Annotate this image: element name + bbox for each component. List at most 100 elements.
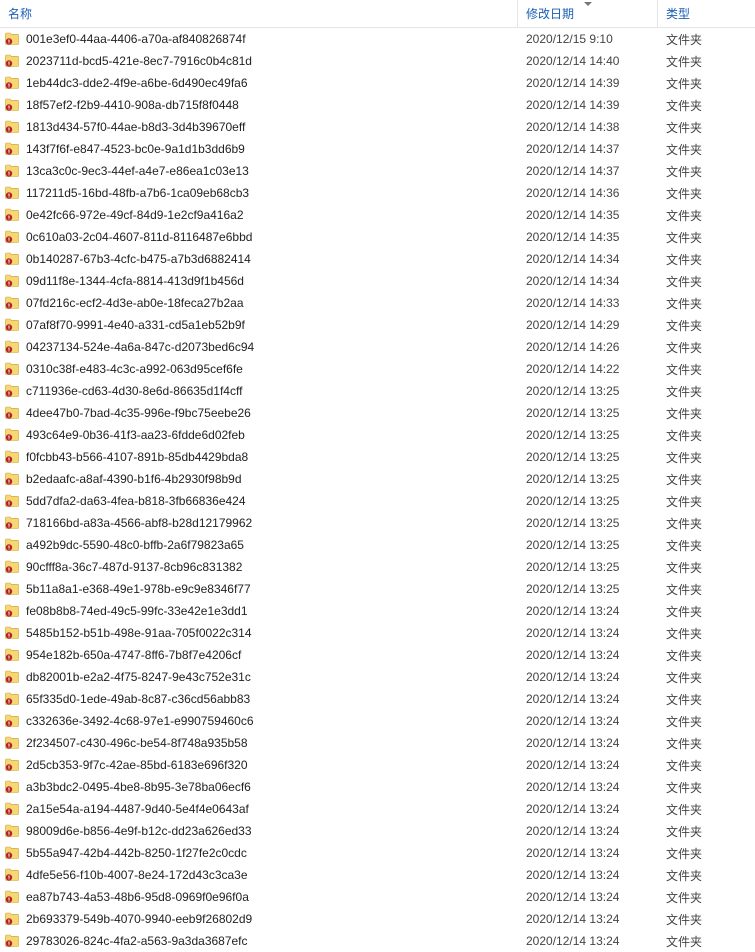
folder-warning-icon bbox=[4, 185, 20, 201]
table-row[interactable]: b2edaafc-a8af-4390-b1f6-4b2930f98b9d2020… bbox=[0, 468, 755, 490]
cell-date: 2020/12/14 14:39 bbox=[518, 98, 658, 112]
file-name-label: 90cfff8a-36c7-487d-9137-8cb96c831382 bbox=[26, 560, 242, 574]
table-row[interactable]: 04237134-524e-4a6a-847c-d2073bed6c942020… bbox=[0, 336, 755, 358]
cell-date: 2020/12/14 13:24 bbox=[518, 670, 658, 684]
file-name-label: f0fcbb43-b566-4107-891b-85db4429bda8 bbox=[26, 450, 248, 464]
table-row[interactable]: 65f335d0-1ede-49ab-8c87-c36cd56abb832020… bbox=[0, 688, 755, 710]
cell-name: 493c64e9-0b36-41f3-aa23-6fdde6d02feb bbox=[4, 427, 518, 443]
cell-name: f0fcbb43-b566-4107-891b-85db4429bda8 bbox=[4, 449, 518, 465]
folder-warning-icon bbox=[4, 339, 20, 355]
folder-warning-icon bbox=[4, 405, 20, 421]
table-row[interactable]: f0fcbb43-b566-4107-891b-85db4429bda82020… bbox=[0, 446, 755, 468]
table-row[interactable]: c332636e-3492-4c68-97e1-e990759460c62020… bbox=[0, 710, 755, 732]
folder-warning-icon bbox=[4, 427, 20, 443]
cell-type: 文件夹 bbox=[658, 757, 755, 774]
cell-date: 2020/12/14 14:34 bbox=[518, 274, 658, 288]
table-row[interactable]: fe08b8b8-74ed-49c5-99fc-33e42e1e3dd12020… bbox=[0, 600, 755, 622]
table-row[interactable]: 1eb44dc3-dde2-4f9e-a6be-6d490ec49fa62020… bbox=[0, 72, 755, 94]
table-row[interactable]: 18f57ef2-f2b9-4410-908a-db715f8f04482020… bbox=[0, 94, 755, 116]
cell-date: 2020/12/14 14:33 bbox=[518, 296, 658, 310]
file-name-label: 2b693379-549b-4070-9940-eeb9f26802d9 bbox=[26, 912, 252, 926]
cell-type: 文件夹 bbox=[658, 207, 755, 224]
table-row[interactable]: 954e182b-650a-4747-8ff6-7b8f7e4206cf2020… bbox=[0, 644, 755, 666]
table-row[interactable]: 1813d434-57f0-44ae-b8d3-3d4b39670eff2020… bbox=[0, 116, 755, 138]
column-header-date[interactable]: 修改日期 bbox=[518, 0, 658, 27]
cell-type: 文件夹 bbox=[658, 339, 755, 356]
folder-warning-icon bbox=[4, 823, 20, 839]
file-name-label: 65f335d0-1ede-49ab-8c87-c36cd56abb83 bbox=[26, 692, 250, 706]
table-row[interactable]: 0b140287-67b3-4cfc-b475-a7b3d68824142020… bbox=[0, 248, 755, 270]
cell-type: 文件夹 bbox=[658, 603, 755, 620]
cell-name: 143f7f6f-e847-4523-bc0e-9a1d1b3dd6b9 bbox=[4, 141, 518, 157]
cell-date: 2020/12/14 13:24 bbox=[518, 890, 658, 904]
table-row[interactable]: 5b55a947-42b4-442b-8250-1f27fe2c0cdc2020… bbox=[0, 842, 755, 864]
table-row[interactable]: 2023711d-bcd5-421e-8ec7-7916c0b4c81d2020… bbox=[0, 50, 755, 72]
table-row[interactable]: 07fd216c-ecf2-4d3e-ab0e-18feca27b2aa2020… bbox=[0, 292, 755, 314]
table-row[interactable]: 2a15e54a-a194-4487-9d40-5e4f4e0643af2020… bbox=[0, 798, 755, 820]
cell-name: 5b11a8a1-e368-49e1-978b-e9c9e8346f77 bbox=[4, 581, 518, 597]
cell-date: 2020/12/14 14:40 bbox=[518, 54, 658, 68]
table-row[interactable]: 98009d6e-b856-4e9f-b12c-dd23a626ed332020… bbox=[0, 820, 755, 842]
table-row[interactable]: 001e3ef0-44aa-4406-a70a-af840826874f2020… bbox=[0, 28, 755, 50]
cell-name: 5b55a947-42b4-442b-8250-1f27fe2c0cdc bbox=[4, 845, 518, 861]
file-name-label: 0e42fc66-972e-49cf-84d9-1e2cf9a416a2 bbox=[26, 208, 244, 222]
table-row[interactable]: a492b9dc-5590-48c0-bffb-2a6f79823a652020… bbox=[0, 534, 755, 556]
cell-type: 文件夹 bbox=[658, 427, 755, 444]
column-header-date-label: 修改日期 bbox=[526, 5, 574, 22]
table-row[interactable]: db82001b-e2a2-4f75-8247-9e43c752e31c2020… bbox=[0, 666, 755, 688]
table-row[interactable]: 4dfe5e56-f10b-4007-8e24-172d43c3ca3e2020… bbox=[0, 864, 755, 886]
table-row[interactable]: 5dd7dfa2-da63-4fea-b818-3fb66836e4242020… bbox=[0, 490, 755, 512]
table-row[interactable]: 0310c38f-e483-4c3c-a992-063d95cef6fe2020… bbox=[0, 358, 755, 380]
cell-date: 2020/12/14 13:24 bbox=[518, 912, 658, 926]
table-row[interactable]: 718166bd-a83a-4566-abf8-b28d121799622020… bbox=[0, 512, 755, 534]
folder-warning-icon bbox=[4, 119, 20, 135]
cell-date: 2020/12/14 13:24 bbox=[518, 868, 658, 882]
cell-date: 2020/12/14 13:24 bbox=[518, 934, 658, 948]
cell-type: 文件夹 bbox=[658, 251, 755, 268]
table-row[interactable]: 07af8f70-9991-4e40-a331-cd5a1eb52b9f2020… bbox=[0, 314, 755, 336]
cell-date: 2020/12/14 13:24 bbox=[518, 604, 658, 618]
cell-name: 1813d434-57f0-44ae-b8d3-3d4b39670eff bbox=[4, 119, 518, 135]
table-row[interactable]: 90cfff8a-36c7-487d-9137-8cb96c831382 2020… bbox=[0, 556, 755, 578]
table-row[interactable]: 493c64e9-0b36-41f3-aa23-6fdde6d02feb2020… bbox=[0, 424, 755, 446]
cell-date: 2020/12/14 14:35 bbox=[518, 230, 658, 244]
table-row[interactable]: a3b3bdc2-0495-4be8-8b95-3e78ba06ecf62020… bbox=[0, 776, 755, 798]
column-header-type[interactable]: 类型 bbox=[658, 0, 755, 27]
folder-warning-icon bbox=[4, 31, 20, 47]
table-row[interactable]: 2f234507-c430-496c-be54-8f748a935b582020… bbox=[0, 732, 755, 754]
cell-type: 文件夹 bbox=[658, 119, 755, 136]
sort-descending-icon bbox=[584, 2, 592, 6]
cell-name: 0c610a03-2c04-4607-811d-8116487e6bbd bbox=[4, 229, 518, 245]
cell-date: 2020/12/14 13:25 bbox=[518, 472, 658, 486]
cell-date: 2020/12/14 13:25 bbox=[518, 560, 658, 574]
cell-date: 2020/12/14 13:25 bbox=[518, 494, 658, 508]
cell-name: a3b3bdc2-0495-4be8-8b95-3e78ba06ecf6 bbox=[4, 779, 518, 795]
table-row[interactable]: 0e42fc66-972e-49cf-84d9-1e2cf9a416a22020… bbox=[0, 204, 755, 226]
cell-name: 954e182b-650a-4747-8ff6-7b8f7e4206cf bbox=[4, 647, 518, 663]
folder-warning-icon bbox=[4, 669, 20, 685]
folder-warning-icon bbox=[4, 251, 20, 267]
table-row[interactable]: c711936e-cd63-4d30-8e6d-86635d1f4cff2020… bbox=[0, 380, 755, 402]
cell-date: 2020/12/14 13:24 bbox=[518, 824, 658, 838]
file-name-label: 5485b152-b51b-498e-91aa-705f0022c314 bbox=[26, 626, 252, 640]
table-row[interactable]: 29783026-824c-4fa2-a563-9a3da3687efc2020… bbox=[0, 930, 755, 952]
table-row[interactable]: 5485b152-b51b-498e-91aa-705f0022c3142020… bbox=[0, 622, 755, 644]
table-row[interactable]: 2d5cb353-9f7c-42ae-85bd-6183e696f3202020… bbox=[0, 754, 755, 776]
cell-name: ea87b743-4a53-48b6-95d8-0969f0e96f0a bbox=[4, 889, 518, 905]
cell-date: 2020/12/14 14:34 bbox=[518, 252, 658, 266]
table-row[interactable]: 5b11a8a1-e368-49e1-978b-e9c9e8346f772020… bbox=[0, 578, 755, 600]
cell-name: 0e42fc66-972e-49cf-84d9-1e2cf9a416a2 bbox=[4, 207, 518, 223]
file-name-label: 143f7f6f-e847-4523-bc0e-9a1d1b3dd6b9 bbox=[26, 142, 245, 156]
cell-date: 2020/12/14 13:24 bbox=[518, 780, 658, 794]
table-row[interactable]: ea87b743-4a53-48b6-95d8-0969f0e96f0a2020… bbox=[0, 886, 755, 908]
cell-name: 90cfff8a-36c7-487d-9137-8cb96c831382 bbox=[4, 559, 518, 575]
cell-type: 文件夹 bbox=[658, 31, 755, 48]
table-row[interactable]: 0c610a03-2c04-4607-811d-8116487e6bbd2020… bbox=[0, 226, 755, 248]
table-row[interactable]: 09d11f8e-1344-4cfa-8814-413d9f1b456d2020… bbox=[0, 270, 755, 292]
table-row[interactable]: 143f7f6f-e847-4523-bc0e-9a1d1b3dd6b92020… bbox=[0, 138, 755, 160]
table-row[interactable]: 2b693379-549b-4070-9940-eeb9f26802d9 2020… bbox=[0, 908, 755, 930]
table-row[interactable]: 4dee47b0-7bad-4c35-996e-f9bc75eebe262020… bbox=[0, 402, 755, 424]
table-row[interactable]: 13ca3c0c-9ec3-44ef-a4e7-e86ea1c03e132020… bbox=[0, 160, 755, 182]
column-header-name[interactable]: 名称 bbox=[0, 0, 518, 27]
table-row[interactable]: 117211d5-16bd-48fb-a7b6-1ca09eb68cb32020… bbox=[0, 182, 755, 204]
